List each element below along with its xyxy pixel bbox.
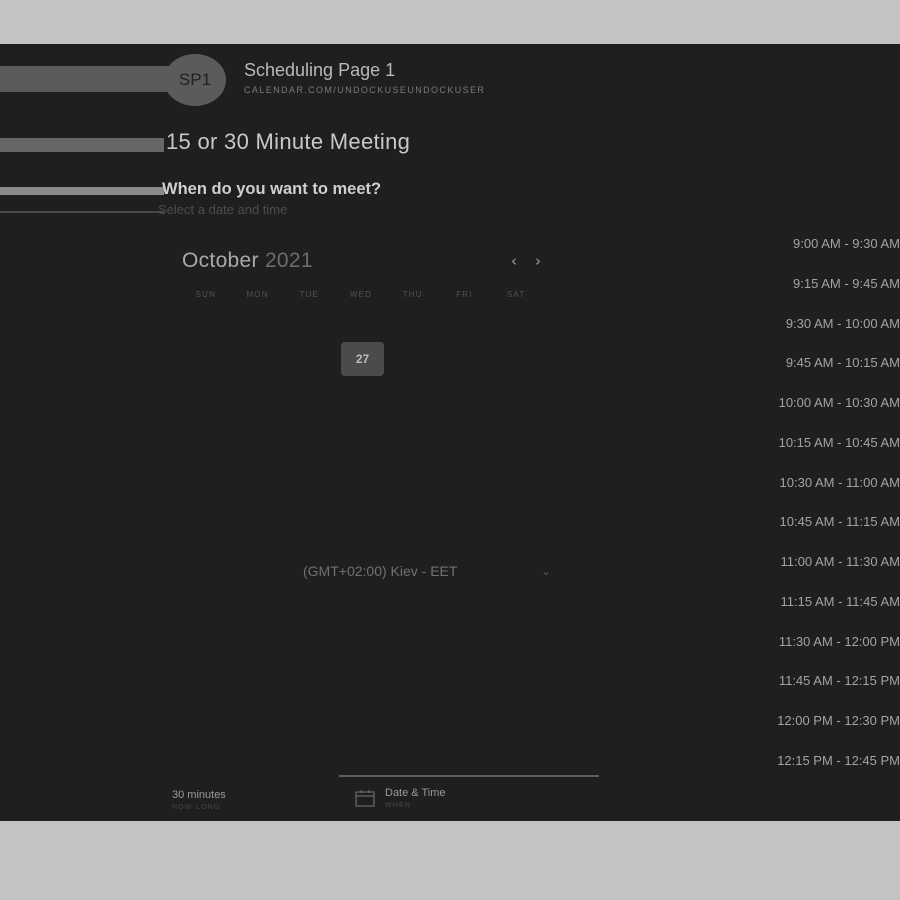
avatar-initials: SP1 (178, 70, 212, 89)
time-slot[interactable]: 9:00 AM - 9:30 AM (793, 236, 900, 251)
year-label: 2021 (264, 249, 313, 272)
weekday-fri: FRI (456, 290, 473, 299)
weekday-mon: MON (246, 290, 269, 299)
month-year-heading: October 2021 (182, 249, 313, 273)
weekday-sat: SAT (506, 290, 526, 299)
step-date-time[interactable]: Date & Time (385, 787, 446, 799)
meeting-question: When do you want to meet? (162, 180, 382, 198)
time-slot[interactable]: 11:30 AM - 12:00 PM (779, 634, 900, 649)
duration-value[interactable]: 30 minutes (172, 789, 226, 801)
decorative-bar (0, 211, 164, 213)
step-caption: WHEN (385, 802, 412, 809)
time-slot[interactable]: 10:45 AM - 11:15 AM (780, 514, 900, 529)
timezone-select[interactable]: (GMT+02:00) Kiev - EET (303, 563, 457, 579)
instruction-text: Select a date and time (158, 202, 287, 217)
time-slot[interactable]: 9:15 AM - 9:45 AM (793, 276, 900, 291)
decorative-bar (0, 66, 170, 92)
weekday-header: SUN MON TUE WED THU FRI SAT (180, 290, 542, 299)
weekday-sun: SUN (195, 290, 217, 299)
weekday-tue: TUE (299, 290, 320, 299)
calendar-day-27[interactable]: 27 (341, 342, 384, 376)
calendar-icon (355, 790, 375, 807)
meeting-title: 15 or 30 Minute Meeting (166, 129, 411, 154)
time-slot[interactable]: 12:15 PM - 12:45 PM (777, 753, 900, 768)
chevron-right-icon[interactable]: › (535, 252, 541, 270)
time-slot[interactable]: 10:15 AM - 10:45 AM (779, 435, 900, 450)
chevron-left-icon[interactable]: ‹ (511, 252, 517, 270)
decorative-bar (0, 138, 164, 152)
time-slot[interactable]: 10:30 AM - 11:00 AM (780, 475, 900, 490)
active-step-indicator (339, 775, 599, 777)
time-slot[interactable]: 11:15 AM - 11:45 AM (781, 594, 900, 609)
time-slot[interactable]: 9:45 AM - 10:15 AM (786, 355, 900, 370)
time-slot[interactable]: 11:45 AM - 12:15 PM (779, 673, 900, 688)
scheduling-page: SP1 Scheduling Page 1 CALENDAR.COM/UNDOC… (0, 44, 900, 821)
avatar: SP1 (164, 54, 226, 106)
time-slot[interactable]: 10:00 AM - 10:30 AM (779, 395, 900, 410)
month-label: October (182, 249, 259, 272)
instruction-label: Select a date and time (158, 202, 288, 217)
time-slot[interactable]: 9:30 AM - 10:00 AM (786, 316, 900, 331)
duration-caption: HOW LONG (172, 804, 221, 811)
decorative-bar (0, 187, 164, 195)
time-slot[interactable]: 11:00 AM - 11:30 AM (781, 554, 900, 569)
weekday-thu: THU (402, 290, 423, 299)
page-name: Scheduling Page 1 (244, 60, 396, 80)
chevron-down-icon[interactable]: ⌄ (541, 564, 551, 578)
page-url[interactable]: CALENDAR.COM/UNDOCKUSEUNDOCKUSER (244, 85, 485, 95)
weekday-wed: WED (349, 290, 373, 299)
time-slot[interactable]: 12:00 PM - 12:30 PM (777, 713, 900, 728)
time-slot-list: 9:00 AM - 9:30 AM 9:15 AM - 9:45 AM 9:30… (0, 44, 900, 821)
